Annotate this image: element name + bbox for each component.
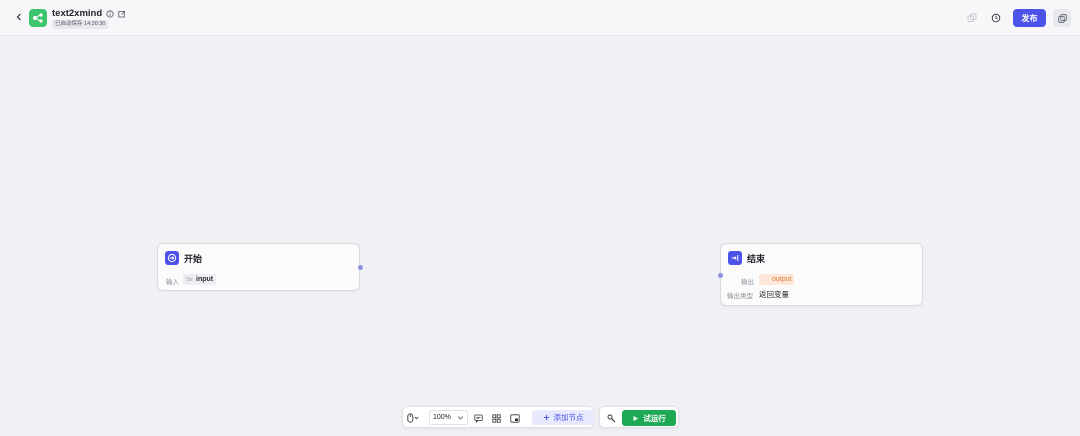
top-bar: text2xmind 已自动保存 14:30:30 发布	[0, 0, 1080, 36]
grid-layout-icon	[491, 413, 501, 423]
layers-button[interactable]	[964, 10, 980, 26]
mouse-icon	[407, 413, 419, 423]
edit-icon[interactable]	[117, 9, 126, 18]
history-icon	[991, 13, 1001, 23]
test-run-button[interactable]: 试运行	[622, 410, 676, 426]
history-button[interactable]	[988, 10, 1004, 26]
output-type-label: 输出类型	[727, 293, 753, 300]
chevron-down-icon	[457, 416, 464, 420]
input-port[interactable]	[718, 273, 723, 278]
start-node-title: 开始	[184, 253, 203, 264]
variable-type-icon	[762, 276, 769, 283]
chevron-left-icon	[16, 13, 21, 21]
end-icon	[728, 251, 742, 265]
input-variable-chip: Str input	[183, 274, 217, 285]
play-icon	[633, 415, 639, 421]
wrench-icon	[607, 414, 615, 422]
copy-button[interactable]	[1053, 9, 1071, 27]
test-run-label: 试运行	[643, 413, 666, 423]
publish-button[interactable]: 发布	[1013, 9, 1046, 27]
app-logo-icon	[29, 9, 47, 27]
start-icon	[165, 251, 179, 265]
minimap-button[interactable]	[509, 412, 521, 424]
run-toolbar: 试运行	[599, 406, 679, 428]
copy-icon	[1057, 13, 1067, 23]
debug-settings-button[interactable]	[605, 412, 617, 424]
start-node[interactable]: 开始 输入 Str input	[157, 243, 363, 291]
auto-layout-button[interactable]	[490, 412, 502, 424]
autosave-status: 已自动保存 14:30:30	[52, 20, 109, 29]
comment-icon	[473, 414, 483, 423]
comment-button[interactable]	[472, 412, 484, 424]
variable-type: Str	[186, 276, 194, 283]
zoom-select[interactable]: 100%	[429, 410, 468, 425]
output-port[interactable]	[358, 265, 363, 270]
interaction-mode-button[interactable]	[407, 412, 419, 424]
output-label: 输出	[741, 279, 754, 286]
app-title: text2xmind	[52, 8, 103, 19]
output-variable-chip: output	[759, 274, 795, 285]
add-node-button[interactable]: 添加节点	[532, 410, 594, 425]
add-node-label: 添加节点	[553, 413, 584, 422]
output-variable-name: output	[772, 276, 792, 283]
end-node[interactable]: 结束 输出 output 输出类型 返回变量	[718, 243, 923, 306]
workflow-canvas[interactable]: 开始 输入 Str input 结束 输出 output 输出类型 返回变量	[0, 37, 1080, 436]
minimap-icon	[510, 413, 520, 423]
back-button[interactable]	[12, 10, 26, 24]
input-label: 输入	[166, 279, 179, 286]
info-icon[interactable]	[105, 9, 114, 18]
plus-icon	[543, 414, 549, 421]
output-type-value: 返回变量	[759, 290, 789, 299]
canvas-toolbar: 100% 添加节点	[402, 406, 594, 428]
end-node-title: 结束	[747, 253, 766, 264]
layers-icon	[967, 13, 977, 22]
zoom-value: 100%	[433, 414, 451, 421]
variable-name: input	[196, 276, 214, 283]
